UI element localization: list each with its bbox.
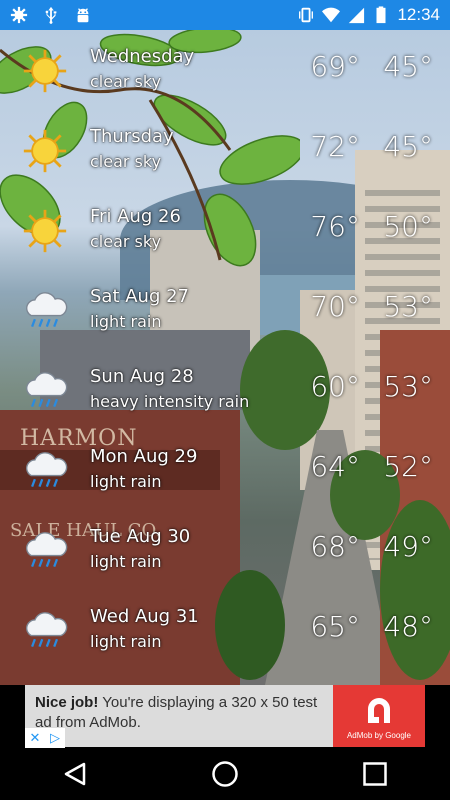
- forecast-day: Sun Aug 28: [90, 366, 194, 387]
- forecast-row[interactable]: Mon Aug 29 light rain 64° 52°: [0, 430, 450, 510]
- forecast-day: Mon Aug 29: [90, 446, 198, 467]
- forecast-low: 48°: [383, 610, 433, 643]
- forecast-day: Wednesday: [90, 46, 195, 67]
- sun-icon: [23, 129, 67, 173]
- forecast-high: 76°: [310, 210, 360, 243]
- forecast-low: 52°: [383, 450, 433, 483]
- sun-icon: [23, 49, 67, 93]
- home-button[interactable]: [195, 754, 255, 794]
- forecast-low: 45°: [383, 50, 433, 83]
- battery-icon: [376, 6, 386, 24]
- forecast-high: 70°: [310, 290, 360, 323]
- forecast-description: heavy intensity rain: [90, 392, 250, 411]
- settings-icon: [10, 6, 28, 24]
- forecast-description: clear sky: [90, 232, 162, 251]
- forecast-description: clear sky: [90, 152, 162, 171]
- status-bar: 12:34: [0, 0, 450, 30]
- admob-icon: [368, 697, 390, 723]
- forecast-description: clear sky: [90, 72, 162, 91]
- forecast-row[interactable]: Fri Aug 26 clear sky 76° 50°: [0, 190, 450, 270]
- forecast-row[interactable]: Tue Aug 30 light rain 68° 49°: [0, 510, 450, 590]
- forecast-row[interactable]: Sat Aug 27 light rain 70° 53°: [0, 270, 450, 350]
- navigation-bar: [0, 748, 450, 800]
- forecast-description: light rain: [90, 552, 162, 571]
- forecast-low: 45°: [383, 130, 433, 163]
- forecast-low: 53°: [383, 290, 433, 323]
- android-debug-icon: [77, 8, 89, 23]
- rain-cloud-icon: [26, 372, 68, 408]
- forecast-high: 72°: [310, 130, 360, 163]
- forecast-description: light rain: [90, 472, 162, 491]
- forecast-high: 64°: [310, 450, 360, 483]
- ad-banner[interactable]: Nice job! You're displaying a 320 x 50 t…: [25, 685, 425, 747]
- forecast-day: Thursday: [90, 126, 174, 147]
- ad-choices[interactable]: ✕ ▷: [25, 728, 65, 748]
- sun-icon: [23, 209, 67, 253]
- forecast-high: 69°: [310, 50, 360, 83]
- forecast-high: 65°: [310, 610, 360, 643]
- status-time: 12:34: [397, 5, 440, 24]
- forecast-description: light rain: [90, 632, 162, 651]
- forecast-high: 60°: [310, 370, 360, 403]
- forecast-row[interactable]: Wednesday clear sky 69° 45°: [0, 30, 450, 110]
- forecast-day: Tue Aug 30: [90, 526, 191, 547]
- forecast-low: 49°: [383, 530, 433, 563]
- vibrate-icon: [299, 7, 314, 23]
- admob-label: AdMob by Google: [346, 730, 412, 740]
- ad-text[interactable]: Nice job! You're displaying a 320 x 50 t…: [25, 685, 333, 747]
- forecast-high: 68°: [310, 530, 360, 563]
- forecast-low: 50°: [383, 210, 433, 243]
- rain-cloud-icon: [26, 292, 68, 328]
- forecast-row[interactable]: Sun Aug 28 heavy intensity rain 60° 53°: [0, 350, 450, 430]
- ad-headline: Nice job!: [35, 694, 99, 711]
- signal-icon: [349, 7, 365, 24]
- back-icon: [64, 762, 86, 786]
- usb-icon: [45, 6, 57, 24]
- forecast-description: light rain: [90, 312, 162, 331]
- forecast-day: Fri Aug 26: [90, 206, 181, 227]
- back-button[interactable]: [45, 754, 105, 794]
- wifi-icon: [322, 7, 341, 23]
- rain-cloud-icon: [26, 612, 68, 648]
- forecast-day: Sat Aug 27: [90, 286, 190, 307]
- home-icon: [212, 761, 238, 787]
- ad-choices-icon[interactable]: ▷: [45, 728, 65, 748]
- forecast-day: Wed Aug 31: [90, 606, 199, 627]
- rain-cloud-icon: [26, 452, 68, 488]
- forecast-row[interactable]: Wed Aug 31 light rain 65° 48°: [0, 590, 450, 670]
- rain-cloud-icon: [26, 532, 68, 568]
- forecast-low: 53°: [383, 370, 433, 403]
- ad-close-icon[interactable]: ✕: [25, 728, 45, 748]
- forecast-row[interactable]: Thursday clear sky 72° 45°: [0, 110, 450, 190]
- recents-button[interactable]: [345, 754, 405, 794]
- admob-logo[interactable]: AdMob by Google: [333, 685, 425, 747]
- recents-icon: [363, 762, 387, 786]
